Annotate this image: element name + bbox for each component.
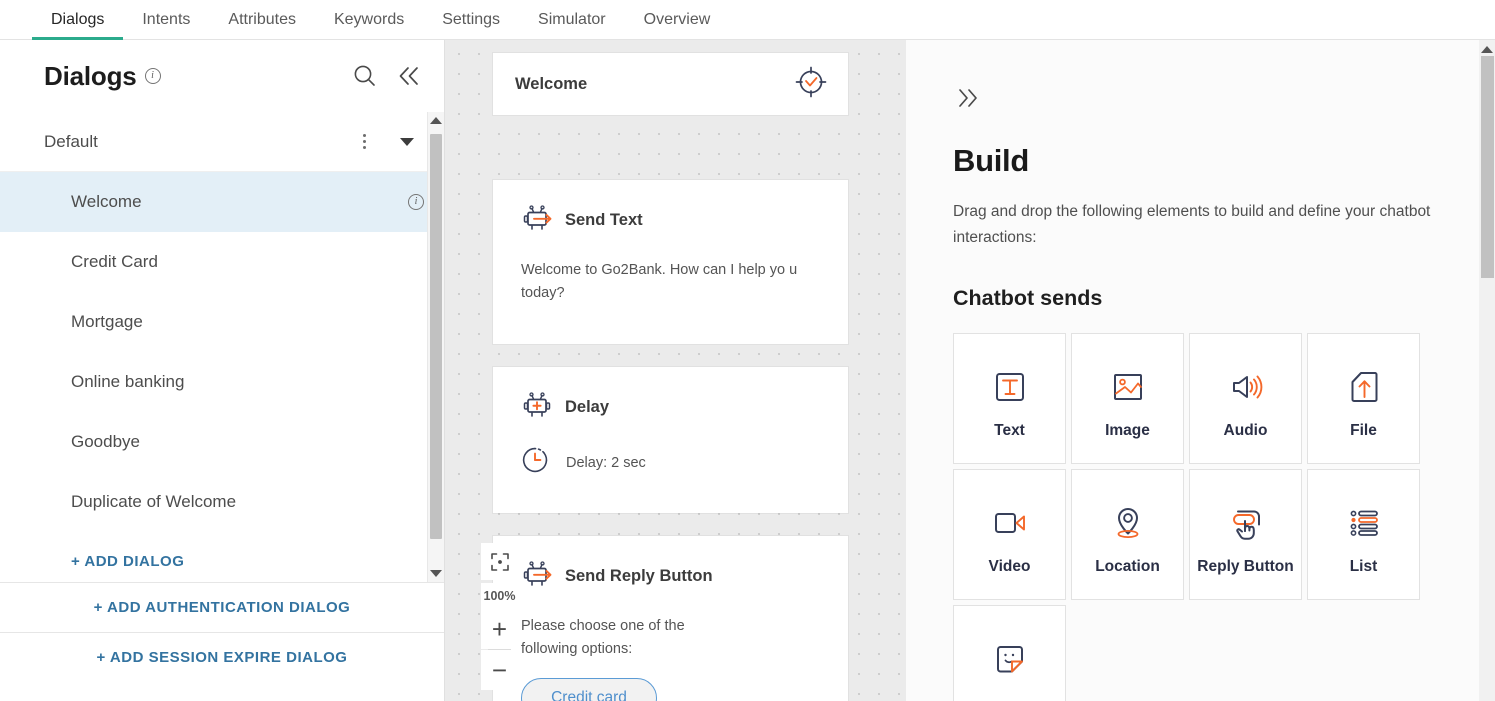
main-tabbar: Dialogs Intents Attributes Keywords Sett…	[0, 0, 1495, 40]
element-tile-label: Image	[1105, 419, 1150, 443]
flow-node-send-text[interactable]: Send Text Welcome to Go2Bank. How can I …	[493, 180, 848, 344]
dialog-group-default[interactable]: Default	[0, 112, 444, 172]
tab-attributes[interactable]: Attributes	[209, 12, 315, 39]
scroll-up-arrow-icon[interactable]	[1479, 42, 1495, 56]
flow-node-dialog-header[interactable]: Welcome	[493, 53, 848, 115]
list-icon	[1343, 498, 1385, 548]
chatbot-send-icon	[521, 202, 553, 239]
flow-node-detail: Delay: 2 sec	[566, 455, 646, 471]
zoom-level-label: 100%	[481, 583, 518, 609]
element-tile-location[interactable]: Location	[1071, 469, 1184, 600]
sidebar-item-label: Online banking	[71, 372, 424, 392]
file-upload-icon	[1343, 362, 1385, 412]
sidebar-item-goodbye[interactable]: Goodbye	[0, 412, 444, 472]
build-panel: Build Drag and drop the following elemen…	[906, 40, 1495, 701]
caret-down-icon[interactable]	[400, 138, 414, 146]
add-dialog-button[interactable]: + ADD DIALOG	[0, 532, 444, 590]
tab-intents[interactable]: Intents	[123, 12, 209, 39]
reply-option-button[interactable]: Credit card	[521, 678, 657, 701]
flow-node-title: Welcome	[515, 75, 794, 94]
zoom-in-button[interactable]: +	[481, 609, 518, 649]
sidebar-item-label: Goodbye	[71, 432, 424, 452]
element-tile-label: Reply Button	[1197, 555, 1293, 579]
tab-overview[interactable]: Overview	[625, 12, 730, 39]
sidebar-item-label: Duplicate of Welcome	[71, 492, 424, 512]
dialog-info-icon[interactable]: i	[408, 194, 424, 210]
element-tile-image[interactable]: Image	[1071, 333, 1184, 464]
audio-icon	[1225, 362, 1267, 412]
sidebar-item-credit-card[interactable]: Credit Card	[0, 232, 444, 292]
target-check-icon[interactable]	[794, 65, 828, 104]
element-tile-text[interactable]: Text	[953, 333, 1066, 464]
kebab-menu-icon[interactable]	[351, 128, 378, 155]
flow-node-delay[interactable]: Delay Delay: 2 sec	[493, 367, 848, 513]
element-tile-label: File	[1350, 419, 1377, 443]
sidebar-scroll-region: Default Welcome i Credit Card Mortgage O…	[0, 112, 444, 582]
flow-node-title: Send Text	[565, 211, 643, 230]
sidebar-scrollbar-thumb[interactable]	[430, 134, 442, 539]
element-tile-list[interactable]: List	[1307, 469, 1420, 600]
dialog-group-label: Default	[44, 132, 351, 152]
chatbot-send-icon	[521, 558, 553, 595]
element-tile-label: List	[1350, 555, 1378, 579]
element-tile-label: Video	[989, 555, 1031, 579]
element-tile-label: Audio	[1224, 419, 1268, 443]
fit-to-screen-icon[interactable]	[481, 543, 518, 580]
canvas-zoom-controls: 100% + −	[481, 543, 518, 690]
page-title: Dialogs	[44, 61, 137, 92]
element-tile-file[interactable]: File	[1307, 333, 1420, 464]
element-tile-label: Text	[994, 419, 1025, 443]
build-panel-title: Build	[953, 143, 1435, 179]
tab-simulator[interactable]: Simulator	[519, 12, 625, 39]
zoom-out-button[interactable]: −	[481, 650, 518, 690]
dialogs-sidebar: Dialogs i Default Welcome i Credit	[0, 40, 445, 701]
sidebar-item-online-banking[interactable]: Online banking	[0, 352, 444, 412]
flow-node-title: Send Reply Button	[565, 567, 713, 586]
sticker-icon	[989, 634, 1031, 684]
search-icon[interactable]	[352, 63, 378, 89]
image-icon	[1107, 362, 1149, 412]
sidebar-scrollbar[interactable]	[427, 112, 444, 582]
sidebar-item-label: Credit Card	[71, 252, 424, 272]
collapse-sidebar-icon[interactable]	[396, 63, 422, 89]
dialog-flow-canvas[interactable]: Welcome	[445, 40, 906, 701]
text-icon	[989, 362, 1031, 412]
tab-keywords[interactable]: Keywords	[315, 12, 423, 39]
scroll-down-arrow-icon[interactable]	[428, 565, 444, 582]
flow-node-title: Delay	[565, 398, 609, 417]
flow-node-send-reply-button[interactable]: Send Reply Button Please choose one of t…	[493, 536, 848, 701]
flow-node-text: Please choose one of the following optio…	[521, 615, 741, 662]
element-tile-video[interactable]: Video	[953, 469, 1066, 600]
clock-icon	[521, 446, 549, 479]
sidebar-item-duplicate-of-welcome[interactable]: Duplicate of Welcome	[0, 472, 444, 532]
video-icon	[989, 498, 1031, 548]
element-tile-sticker[interactable]	[953, 605, 1066, 701]
element-tile-audio[interactable]: Audio	[1189, 333, 1302, 464]
sidebar-header: Dialogs i	[0, 40, 444, 112]
sidebar-item-label: Welcome	[71, 192, 400, 212]
build-panel-scrollbar-thumb[interactable]	[1481, 56, 1494, 278]
add-session-expire-dialog-button[interactable]: + ADD SESSION EXPIRE DIALOG	[0, 632, 444, 682]
reply-button-icon	[1225, 498, 1267, 548]
sidebar-item-mortgage[interactable]: Mortgage	[0, 292, 444, 352]
build-panel-scrollbar[interactable]	[1479, 40, 1495, 701]
chatbot-plus-icon	[521, 389, 553, 426]
info-icon[interactable]: i	[145, 68, 161, 84]
sidebar-item-welcome[interactable]: Welcome i	[0, 172, 444, 232]
expand-panel-icon[interactable]	[953, 84, 981, 117]
chatbot-sends-section-title: Chatbot sends	[953, 286, 1435, 311]
element-tile-grid: Text Image	[953, 333, 1435, 701]
tab-dialogs[interactable]: Dialogs	[32, 12, 123, 39]
sidebar-item-label: Mortgage	[71, 312, 424, 332]
tab-settings[interactable]: Settings	[423, 12, 519, 39]
scroll-up-arrow-icon[interactable]	[428, 112, 444, 129]
location-pin-icon	[1107, 498, 1149, 548]
element-tile-reply-button[interactable]: Reply Button	[1189, 469, 1302, 600]
build-panel-description: Drag and drop the following elements to …	[953, 199, 1433, 250]
element-tile-label: Location	[1095, 555, 1160, 579]
flow-node-text: Welcome to Go2Bank. How can I help yo u …	[521, 259, 826, 306]
